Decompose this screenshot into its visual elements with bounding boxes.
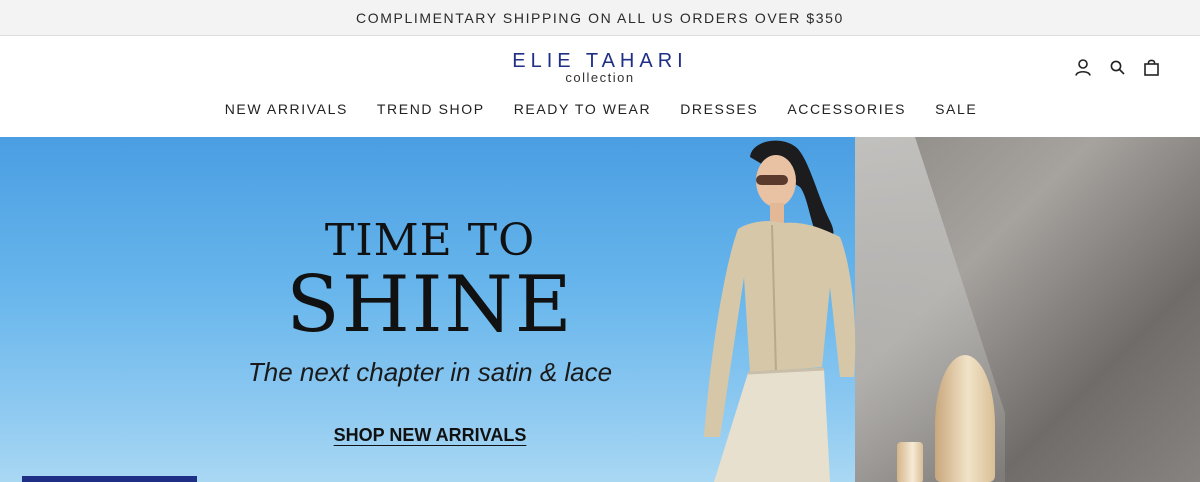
hero-banner[interactable]: TIME TO SHINE The next chapter in satin … (0, 137, 1200, 482)
bag-icon[interactable] (1142, 58, 1160, 76)
hero-wall-image (855, 137, 1200, 482)
announcement-text: COMPLIMENTARY SHIPPING ON ALL US ORDERS … (356, 9, 844, 26)
vase-tall (935, 355, 995, 482)
shop-new-arrivals-link[interactable]: SHOP NEW ARRIVALS (334, 425, 527, 445)
floating-tab[interactable] (22, 476, 197, 482)
nav-item-dresses[interactable]: DRESSES (678, 101, 758, 117)
nav-item-accessories[interactable]: ACCESSORIES (785, 101, 906, 117)
logo-sub-text: collection (565, 70, 635, 85)
hero-cta-wrap: SHOP NEW ARRIVALS (0, 425, 860, 446)
logo-main-text: ELIE TAHARI (512, 50, 688, 72)
site-header: ELIE TAHARI collection NEW ARRIVALS TREN… (0, 36, 1200, 137)
nav-item-ready-to-wear[interactable]: READY TO WEAR (512, 101, 652, 117)
hero-title-line2: SHINE (286, 260, 574, 350)
account-icon[interactable] (1074, 58, 1092, 76)
search-icon[interactable] (1108, 58, 1126, 76)
announcement-bar: COMPLIMENTARY SHIPPING ON ALL US ORDERS … (0, 0, 1200, 36)
brand-logo[interactable]: ELIE TAHARI collection (0, 50, 1200, 85)
nav-item-trend-shop[interactable]: TREND SHOP (375, 101, 485, 117)
nav-item-new-arrivals[interactable]: NEW ARRIVALS (223, 101, 348, 117)
hero-subtitle: The next chapter in satin & lace (247, 357, 613, 387)
header-icons (1074, 58, 1160, 76)
vase-short (897, 442, 923, 482)
main-nav: NEW ARRIVALS TREND SHOP READY TO WEAR DR… (0, 101, 1200, 117)
nav-item-sale[interactable]: SALE (933, 101, 977, 117)
hero-title-line1: TIME TO (324, 215, 536, 266)
